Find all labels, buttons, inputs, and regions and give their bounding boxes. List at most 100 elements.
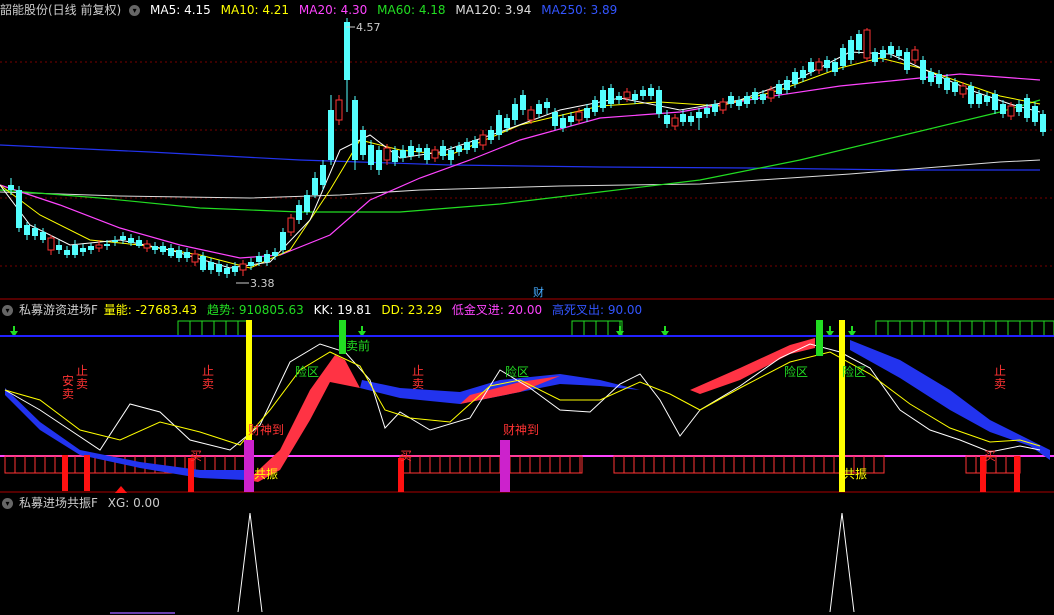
danger-zone-label: 险区	[505, 364, 529, 379]
candle-body-down	[968, 86, 974, 104]
candle-body-down	[232, 266, 238, 272]
candle-body-down	[456, 146, 462, 152]
candle-body-down	[88, 246, 94, 250]
candle-body-up	[431, 149, 439, 159]
candle-body-down	[200, 256, 206, 270]
candle-body-down	[552, 112, 558, 126]
candle-body-down	[312, 178, 318, 195]
candle-body-down	[64, 250, 70, 255]
candle-body-down	[328, 110, 334, 160]
stop-sell-label: 止卖	[76, 364, 88, 391]
candle-body-up	[479, 134, 487, 146]
candle-body-down	[928, 72, 934, 82]
magenta-signal-bar	[500, 440, 510, 492]
candle-body-down	[784, 80, 790, 90]
ma60-line	[0, 99, 1041, 213]
candle-body-down	[400, 150, 406, 158]
candle-body-down	[112, 240, 118, 242]
buy-label: 买	[400, 449, 412, 463]
candle-body-down	[320, 165, 326, 185]
candle-body-down	[536, 104, 542, 114]
green-signal-bar	[816, 320, 823, 356]
candle-body-down	[32, 228, 38, 236]
magenta-signal-bar	[244, 440, 254, 492]
stop-sell-label: 止卖	[994, 364, 1006, 391]
danger-zone-label: 险区	[784, 364, 808, 379]
red-signal-bar	[398, 458, 404, 492]
candle-body-down	[176, 250, 182, 258]
candle-body-up	[239, 263, 247, 271]
candle-body-down	[848, 40, 854, 60]
ma250-line	[0, 144, 1040, 171]
candle-body-down	[248, 262, 254, 266]
candle-body-down	[640, 90, 646, 96]
candle-body-down	[856, 34, 862, 50]
candle-body-down	[544, 102, 550, 108]
candle-body-down	[56, 245, 62, 250]
green-step-box	[571, 320, 623, 337]
green-step-box	[875, 320, 1054, 337]
candle-body-down	[712, 104, 718, 112]
candle-body-down	[760, 94, 766, 100]
candle-body-down	[648, 88, 654, 96]
candle-body-down	[656, 90, 662, 114]
candle-body-down	[632, 94, 638, 100]
candle-body-down	[736, 100, 742, 106]
candle-body-down	[488, 130, 494, 140]
indicator1-chart[interactable]: 止卖安卖止卖止卖止卖险区 险区 险区 险区卖前财神到 财神到共振 共振买买买	[0, 300, 1054, 493]
candle-body-down	[392, 150, 398, 162]
candle-body-down	[184, 252, 190, 258]
buy-label: 买	[190, 449, 202, 463]
candlestick-chart[interactable]: 4.57 3.38 财	[0, 0, 1054, 300]
candle-body-down	[296, 205, 302, 220]
candle-body-down	[16, 190, 22, 228]
candle-body-down	[936, 74, 942, 84]
candle-body-down	[896, 50, 902, 56]
candle-body-down	[1032, 106, 1038, 122]
candle-body-down	[168, 248, 174, 256]
candle-body-down	[352, 100, 358, 160]
candle-body-down	[72, 245, 78, 255]
candle-body-down	[272, 252, 278, 256]
candle-body-down	[40, 232, 46, 240]
candle-body-up	[95, 244, 103, 249]
candle-body-up	[191, 253, 199, 263]
candle-body-down	[216, 264, 222, 272]
candle-body-down	[344, 22, 350, 80]
candle-body-down	[832, 62, 838, 72]
candle-body-down	[368, 145, 374, 165]
candle-body-down	[696, 112, 702, 118]
candle-body-down	[1040, 114, 1046, 132]
candle-body-up	[863, 29, 871, 59]
candle-body-down	[1024, 98, 1030, 118]
ma10-line	[0, 57, 1041, 269]
candle-body-down	[944, 78, 950, 90]
stop-sell-label: 止卖	[202, 364, 214, 391]
candle-body-down	[424, 148, 430, 160]
candle-body-down	[136, 240, 142, 246]
candle-body-up	[287, 217, 295, 233]
candle-body-down	[104, 244, 110, 246]
cai-marker[interactable]: 财	[533, 285, 544, 299]
candle-body-down	[224, 268, 230, 274]
candle-body-up	[767, 89, 775, 99]
candle-body-down	[872, 52, 878, 62]
blue-band	[850, 340, 1050, 460]
candle-body-down	[584, 108, 590, 118]
candle-body-down	[360, 130, 366, 155]
candle-body-down	[808, 62, 814, 72]
candle-body-down	[520, 95, 526, 110]
candle-body-up	[335, 99, 343, 121]
danger-zone-label: 险区	[842, 364, 866, 379]
candle-body-up	[911, 49, 919, 61]
candle-body-down	[752, 92, 758, 100]
candle-body-down	[992, 94, 998, 110]
red-step-box	[399, 455, 583, 474]
candle-body-down	[496, 115, 502, 135]
candle-body-down	[592, 100, 598, 112]
candle-body-down	[1000, 104, 1006, 114]
candle-body-down	[440, 146, 446, 156]
candle-body-down	[80, 248, 86, 252]
indicator2-chart[interactable]	[0, 493, 1054, 615]
candle-body-down	[976, 94, 982, 104]
